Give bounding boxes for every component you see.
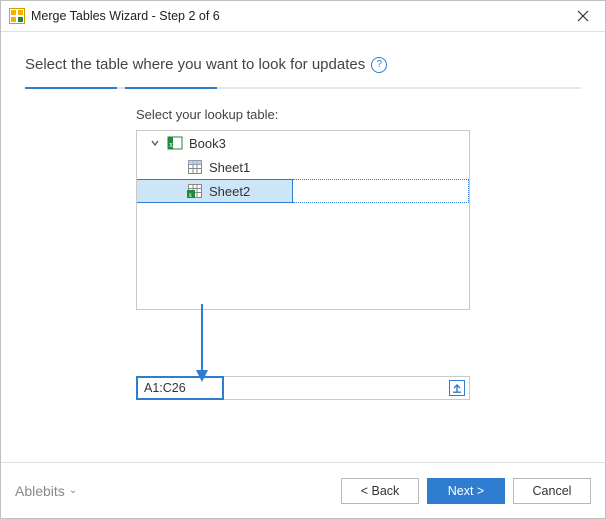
tree-root-label: Book3 <box>189 136 226 151</box>
workbook-icon: x <box>167 135 183 151</box>
brand-label: Ablebits <box>15 483 65 499</box>
lookup-table-block: Select your lookup table: x Book3 <box>136 107 470 400</box>
tree-item-label: Sheet1 <box>209 160 250 175</box>
sheet-icon: x <box>187 183 203 199</box>
close-button[interactable] <box>561 1 605 31</box>
collapse-range-icon[interactable] <box>449 380 465 396</box>
next-button[interactable]: Next > <box>427 478 505 504</box>
titlebar: Merge Tables Wizard - Step 2 of 6 <box>1 1 605 32</box>
wizard-window: Merge Tables Wizard - Step 2 of 6 Select… <box>0 0 606 519</box>
tree-item-sheet1[interactable]: Sheet1 <box>137 155 469 179</box>
step-progress-segment-1 <box>25 87 117 89</box>
sheet-icon <box>187 159 203 175</box>
selection-focus-outline <box>293 179 469 203</box>
merge-wizard-icon <box>9 8 25 24</box>
tree-root-workbook[interactable]: x Book3 <box>137 131 469 155</box>
svg-text:x: x <box>169 140 173 149</box>
chevron-down-icon: ⌄ <box>69 485 77 496</box>
tree-item-label: Sheet2 <box>209 184 250 199</box>
page-heading: Select the table where you want to look … <box>25 56 581 73</box>
svg-text:x: x <box>189 191 193 199</box>
heading-text: Select the table where you want to look … <box>25 56 365 73</box>
workbook-tree[interactable]: x Book3 <box>136 130 470 310</box>
cancel-button[interactable]: Cancel <box>513 478 591 504</box>
chevron-down-icon[interactable] <box>149 137 161 149</box>
back-button[interactable]: < Back <box>341 478 419 504</box>
tree-item-sheet2[interactable]: x Sheet2 <box>137 179 469 203</box>
window-title: Merge Tables Wizard - Step 2 of 6 <box>31 9 561 23</box>
wizard-footer: Ablebits ⌄ < Back Next > Cancel <box>1 462 605 518</box>
brand-menu[interactable]: Ablebits ⌄ <box>15 483 77 499</box>
help-icon[interactable]: ? <box>371 57 387 73</box>
lookup-table-label: Select your lookup table: <box>136 107 470 122</box>
step-progress <box>25 87 581 89</box>
wizard-content: Select the table where you want to look … <box>1 32 605 462</box>
arrow-annotation <box>136 310 470 382</box>
step-progress-segment-2 <box>125 87 217 89</box>
